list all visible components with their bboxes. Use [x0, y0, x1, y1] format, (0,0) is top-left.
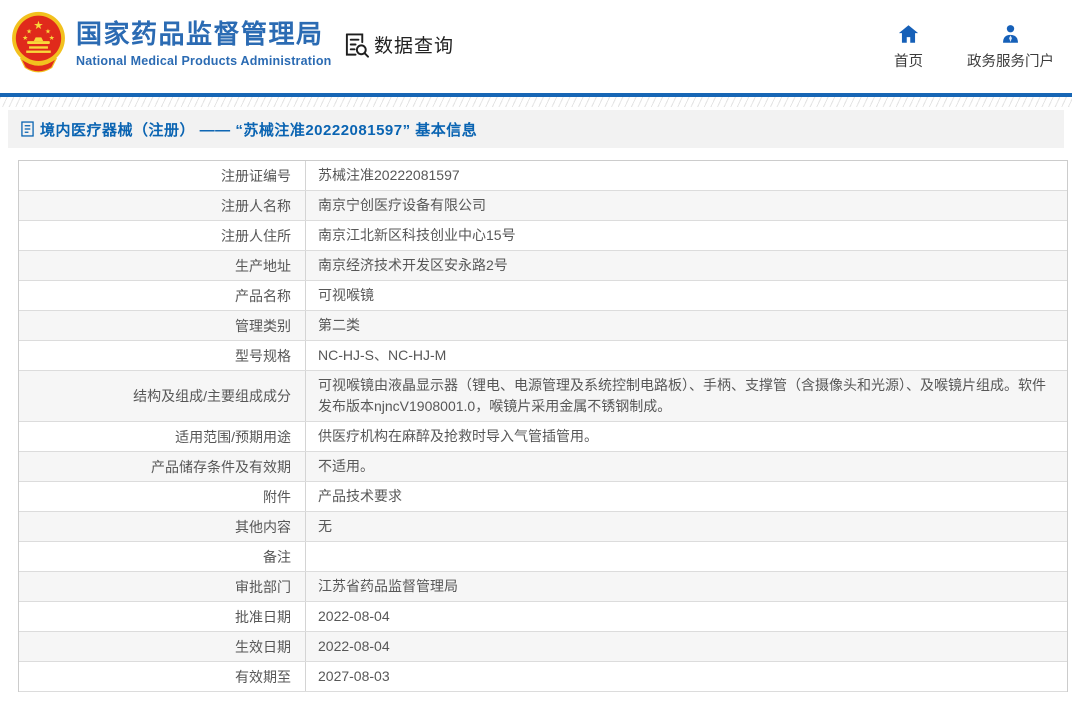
row-label: 审批部门	[19, 572, 306, 601]
row-value: 南京江北新区科技创业中心15号	[318, 227, 516, 243]
info-table-body: 注册证编号 苏械注准20222081597 注册人名称 南京宁创医疗设备有限公司…	[19, 161, 1067, 692]
row-value: 可视喉镜由液晶显示器（锂电、电源管理及系统控制电路板）、手柄、支撑管（含摄像头和…	[318, 377, 1046, 414]
svg-text:★: ★	[22, 35, 28, 42]
national-emblem-logo: ★ ★ ★ ★ ★	[12, 11, 65, 73]
row-value: 无	[318, 518, 332, 534]
nav-item-home[interactable]: 首页	[894, 24, 923, 71]
table-row: 生效日期 2022-08-04	[19, 632, 1067, 662]
row-label: 适用范围/预期用途	[19, 422, 306, 451]
row-label: 备注	[19, 542, 306, 571]
row-label: 管理类别	[19, 311, 306, 340]
nav-item-portal[interactable]: 政务服务门户	[967, 24, 1054, 71]
table-row: 结构及组成/主要组成成分 可视喉镜由液晶显示器（锂电、电源管理及系统控制电路板）…	[19, 371, 1067, 422]
nav-home-label: 首页	[894, 54, 923, 70]
page-title: 境内医疗器械（注册） —— “苏械注准20222081597” 基本信息	[40, 121, 478, 139]
document-search-icon	[345, 32, 369, 58]
row-value: 不适用。	[318, 458, 374, 474]
row-label: 注册证编号	[19, 161, 306, 190]
row-value: 第二类	[318, 317, 360, 333]
row-value: 可视喉镜	[318, 287, 374, 303]
table-row: 生产地址 南京经济技术开发区安永路2号	[19, 251, 1067, 281]
svg-text:★: ★	[49, 35, 55, 42]
row-value: 2022-08-04	[318, 638, 390, 654]
table-row: 型号规格 NC-HJ-S、NC-HJ-M	[19, 341, 1067, 371]
agency-title-block: 国家药品监督管理局 National Medical Products Admi…	[76, 19, 332, 68]
row-value: 2022-08-04	[318, 608, 390, 624]
data-query-section[interactable]: 数据查询	[344, 31, 454, 58]
table-row: 其他内容 无	[19, 512, 1067, 542]
row-value: 2027-08-03	[318, 668, 390, 684]
row-label: 附件	[19, 482, 306, 511]
row-label: 注册人住所	[19, 221, 306, 250]
row-label: 生产地址	[19, 251, 306, 280]
row-value: 产品技术要求	[318, 488, 402, 504]
agency-title-cn: 国家药品监督管理局	[76, 19, 324, 49]
home-icon	[898, 25, 919, 43]
svg-text:★: ★	[33, 20, 43, 32]
row-label: 有效期至	[19, 662, 306, 691]
table-row: 备注	[19, 542, 1067, 572]
row-value: NC-HJ-S、NC-HJ-M	[318, 347, 447, 363]
table-row: 适用范围/预期用途 供医疗机构在麻醉及抢救时导入气管插管用。	[19, 422, 1067, 452]
document-icon	[21, 121, 34, 137]
row-label: 结构及组成/主要组成成分	[19, 371, 306, 421]
row-value: 南京宁创医疗设备有限公司	[318, 197, 486, 213]
row-label: 产品名称	[19, 281, 306, 310]
table-row: 注册证编号 苏械注准20222081597	[19, 161, 1067, 191]
row-value: 苏械注准20222081597	[318, 167, 460, 183]
table-row: 批准日期 2022-08-04	[19, 602, 1067, 632]
row-label: 产品储存条件及有效期	[19, 452, 306, 481]
row-label: 批准日期	[19, 602, 306, 631]
user-icon	[1003, 25, 1018, 43]
table-row: 有效期至 2027-08-03	[19, 662, 1067, 692]
row-value: 南京经济技术开发区安永路2号	[318, 257, 508, 273]
table-row: 审批部门 江苏省药品监督管理局	[19, 572, 1067, 602]
nav-portal-label: 政务服务门户	[967, 54, 1054, 70]
table-row: 产品名称 可视喉镜	[19, 281, 1067, 311]
table-row: 注册人名称 南京宁创医疗设备有限公司	[19, 191, 1067, 221]
top-nav: 首页 政务服务门户	[894, 24, 1054, 71]
table-row: 管理类别 第二类	[19, 311, 1067, 341]
row-value: 供医疗机构在麻醉及抢救时导入气管插管用。	[318, 428, 598, 444]
agency-title-en: National Medical Products Administration	[76, 53, 332, 68]
row-label: 其他内容	[19, 512, 306, 541]
table-row: 注册人住所 南京江北新区科技创业中心15号	[19, 221, 1067, 251]
table-row: 产品储存条件及有效期 不适用。	[19, 452, 1067, 482]
hatch-strip	[0, 97, 1072, 107]
row-label: 型号规格	[19, 341, 306, 370]
row-value: 江苏省药品监督管理局	[318, 578, 458, 594]
data-query-label: 数据查询	[374, 36, 455, 57]
table-row: 附件 产品技术要求	[19, 482, 1067, 512]
row-label: 生效日期	[19, 632, 306, 661]
row-value	[306, 542, 1067, 571]
row-label: 注册人名称	[19, 191, 306, 220]
info-table: 注册证编号 苏械注准20222081597 注册人名称 南京宁创医疗设备有限公司…	[18, 160, 1068, 692]
breadcrumb: 境内医疗器械（注册） —— “苏械注准20222081597” 基本信息	[8, 110, 1064, 148]
page-header: ★ ★ ★ ★ ★ 国家药品监督管理局 National Medical Pro…	[0, 0, 1072, 93]
